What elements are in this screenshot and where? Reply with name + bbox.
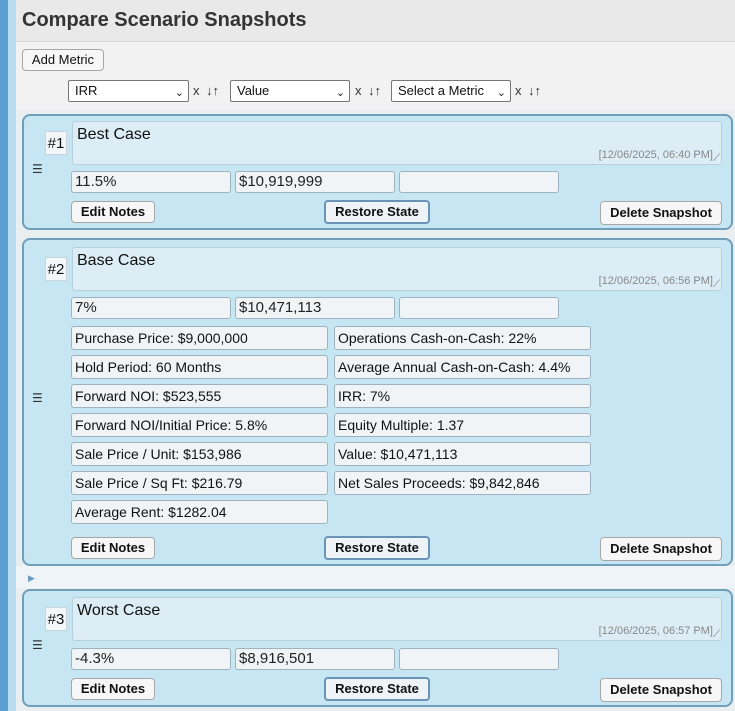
expand-arrow-icon[interactable]: ▶ (28, 573, 35, 584)
detail-average-rent: Average Rent: $1282.04 (71, 500, 328, 524)
metric-select-3-value: Select a Metric (398, 83, 484, 98)
detail-hold-period: Hold Period: 60 Months (71, 355, 328, 379)
detail-value: Value: $10,471,113 (334, 442, 591, 466)
metric-controls: Add Metric IRR ⌄ x ↓↑ Value ⌄ x ↓↑ Selec… (16, 42, 735, 110)
metric-select-2[interactable]: Value ⌄ (230, 80, 350, 102)
add-metric-button[interactable]: Add Metric (22, 49, 104, 71)
metric-value-empty (399, 297, 559, 319)
remove-metric-2-icon[interactable]: x (355, 83, 362, 98)
sort-metric-2-icon[interactable]: ↓↑ (368, 83, 381, 98)
snapshot-card-2: #2 ☰ Base Case [12/06/2025, 06:56 PM] ⟋ … (22, 238, 733, 566)
snapshot-rank: #1 (45, 131, 67, 155)
chevron-down-icon: ⌄ (496, 87, 506, 99)
resize-grip-icon[interactable]: ⟋ (713, 153, 720, 164)
snapshot-notes[interactable]: Worst Case [12/06/2025, 06:57 PM] ⟋ (72, 597, 722, 641)
metric-value-value: $10,471,113 (235, 297, 395, 319)
detail-forward-noi-price: Forward NOI/Initial Price: 5.8% (71, 413, 328, 437)
snapshot-card-1: #1 ☰ Best Case [12/06/2025, 06:40 PM] ⟋ … (22, 114, 733, 230)
sort-metric-3-icon[interactable]: ↓↑ (528, 83, 541, 98)
metric-select-2-value: Value (237, 83, 270, 98)
metric-value-empty (399, 171, 559, 193)
remove-metric-3-icon[interactable]: x (515, 83, 522, 98)
detail-purchase-price: Purchase Price: $9,000,000 (71, 326, 328, 350)
snapshot-divider (16, 566, 735, 588)
snapshot-notes[interactable]: Best Case [12/06/2025, 06:40 PM] ⟋ (72, 121, 722, 165)
page-title: Compare Scenario Snapshots (22, 9, 307, 31)
snapshot-timestamp: [12/06/2025, 06:56 PM] (598, 275, 713, 287)
detail-net-sales-proceeds: Net Sales Proceeds: $9,842,846 (334, 471, 591, 495)
metric-value-value: $10,919,999 (235, 171, 395, 193)
chevron-down-icon: ⌄ (335, 87, 345, 99)
remove-metric-1-icon[interactable]: x (193, 83, 200, 98)
snapshot-notes[interactable]: Base Case [12/06/2025, 06:56 PM] ⟋ (72, 247, 722, 291)
snapshot-rank: #3 (45, 607, 67, 631)
delete-snapshot-button[interactable]: Delete Snapshot (600, 678, 722, 702)
snapshot-notes-text: Worst Case (77, 602, 161, 619)
snapshot-rank: #2 (45, 257, 67, 281)
detail-forward-noi: Forward NOI: $523,555 (71, 384, 328, 408)
snapshot-card-3: #3 ☰ Worst Case [12/06/2025, 06:57 PM] ⟋… (22, 589, 733, 707)
drag-handle-icon[interactable]: ☰ (32, 162, 43, 176)
drag-handle-icon[interactable]: ☰ (32, 638, 43, 652)
restore-state-button[interactable]: Restore State (324, 677, 430, 701)
snapshot-notes-text: Best Case (77, 126, 151, 143)
sort-metric-1-icon[interactable]: ↓↑ (206, 83, 219, 98)
edit-notes-button[interactable]: Edit Notes (71, 201, 155, 223)
detail-average-annual-coc: Average Annual Cash-on-Cash: 4.4% (334, 355, 591, 379)
metric-value-irr: 7% (71, 297, 231, 319)
metric-value-value: $8,916,501 (235, 648, 395, 670)
left-accent-strip-light (8, 0, 16, 711)
metric-select-3[interactable]: Select a Metric ⌄ (391, 80, 511, 102)
detail-sale-price-sqft: Sale Price / Sq Ft: $216.79 (71, 471, 328, 495)
detail-equity-multiple: Equity Multiple: 1.37 (334, 413, 591, 437)
detail-irr: IRR: 7% (334, 384, 591, 408)
delete-snapshot-button[interactable]: Delete Snapshot (600, 201, 722, 225)
detail-sale-price-unit: Sale Price / Unit: $153,986 (71, 442, 328, 466)
snapshot-timestamp: [12/06/2025, 06:57 PM] (598, 625, 713, 637)
edit-notes-button[interactable]: Edit Notes (71, 537, 155, 559)
restore-state-button[interactable]: Restore State (324, 200, 430, 224)
snapshot-timestamp: [12/06/2025, 06:40 PM] (598, 149, 713, 161)
drag-handle-icon[interactable]: ☰ (32, 391, 43, 405)
restore-state-button[interactable]: Restore State (324, 536, 430, 560)
metric-value-irr: -4.3% (71, 648, 231, 670)
metric-value-empty (399, 648, 559, 670)
metric-select-1[interactable]: IRR ⌄ (68, 80, 189, 102)
delete-snapshot-button[interactable]: Delete Snapshot (600, 537, 722, 561)
header-bar: Compare Scenario Snapshots (16, 0, 735, 42)
metric-select-1-value: IRR (75, 83, 98, 98)
edit-notes-button[interactable]: Edit Notes (71, 678, 155, 700)
metric-value-irr: 11.5% (71, 171, 231, 193)
detail-operations-coc: Operations Cash-on-Cash: 22% (334, 326, 591, 350)
resize-grip-icon[interactable]: ⟋ (713, 629, 720, 640)
resize-grip-icon[interactable]: ⟋ (713, 279, 720, 290)
snapshot-notes-text: Base Case (77, 252, 156, 269)
left-accent-strip (0, 0, 8, 711)
chevron-down-icon: ⌄ (174, 87, 184, 99)
